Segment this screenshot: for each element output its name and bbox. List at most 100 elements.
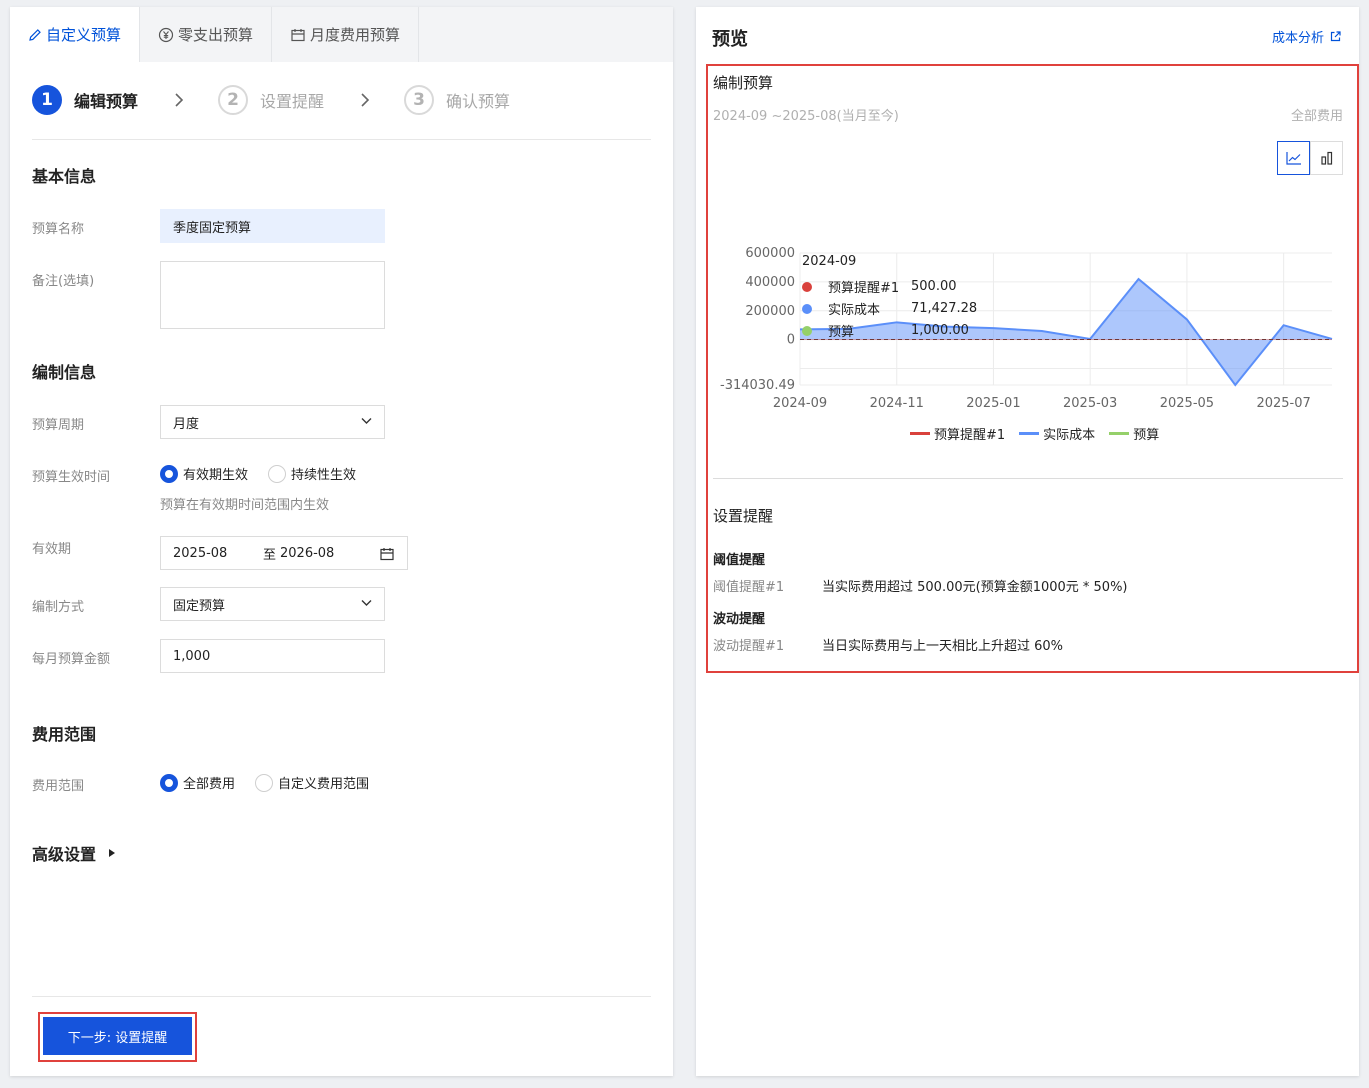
legend-swatch bbox=[910, 432, 930, 435]
x-tick-label: 2025-01 bbox=[966, 396, 1020, 411]
section-title-scope: 费用范围 bbox=[32, 725, 97, 744]
chart-type-toggle bbox=[1277, 141, 1343, 175]
scope-text: 全部费用 bbox=[1290, 109, 1343, 124]
note-textarea[interactable] bbox=[160, 261, 385, 329]
fluctuation-alert-row: 波动提醒#1 当日实际费用与上一天相比上升超过 60% bbox=[713, 639, 1064, 654]
step-set-alert: 2 设置提醒 bbox=[218, 85, 324, 115]
tab-custom-budget[interactable]: 自定义预算 bbox=[10, 7, 141, 62]
blue-dot-icon bbox=[802, 303, 812, 314]
chart-legend: 预算提醒#1 实际成本 预算 bbox=[910, 424, 1173, 443]
pencil-icon bbox=[28, 28, 42, 42]
budget-name-label: 预算名称 bbox=[32, 222, 85, 237]
monthly-amount-input[interactable]: 1,000 bbox=[160, 639, 385, 673]
calendar-icon bbox=[379, 546, 395, 562]
preview-title: 预览 bbox=[712, 29, 748, 50]
red-dot-icon bbox=[802, 281, 812, 292]
step-number: 3 bbox=[404, 85, 435, 115]
radio-validity-period[interactable]: 有效期生效 bbox=[160, 464, 248, 483]
green-dot-icon bbox=[802, 325, 812, 336]
scope-label: 费用范围 bbox=[32, 779, 85, 794]
section-title-basic: 基本信息 bbox=[32, 167, 97, 186]
note-label: 备注(选填) bbox=[32, 274, 95, 289]
tab-monthly-expense-budget[interactable]: 月度费用预算 bbox=[272, 7, 420, 62]
method-select[interactable]: 固定预算 bbox=[160, 587, 385, 621]
line-chart-button[interactable] bbox=[1277, 141, 1310, 175]
compile-budget-title: 编制预算 bbox=[713, 74, 774, 92]
step-label: 设置提醒 bbox=[260, 92, 325, 111]
x-tick-label: 2025-03 bbox=[1063, 396, 1117, 411]
bar-chart-icon bbox=[1320, 151, 1334, 165]
caret-right-icon bbox=[108, 848, 116, 858]
budget-type-tabs: 自定义预算 零支出预算 月度费用预算 bbox=[10, 7, 673, 62]
step-label: 确认预算 bbox=[446, 92, 511, 111]
effect-time-hint: 预算在有效期时间范围内生效 bbox=[160, 498, 330, 513]
fluctuation-alert-title: 波动提醒 bbox=[713, 612, 766, 627]
radio-checked bbox=[160, 773, 178, 792]
chevron-right-icon bbox=[360, 93, 370, 107]
divider bbox=[32, 996, 651, 997]
bar-chart-button[interactable] bbox=[1310, 141, 1343, 175]
y-tick-label: 200000 bbox=[745, 304, 795, 319]
next-step-button[interactable]: 下一步: 设置提醒 bbox=[43, 1017, 192, 1055]
tab-zero-spend-budget[interactable]: 零支出预算 bbox=[140, 7, 273, 62]
section-title-compile: 编制信息 bbox=[32, 363, 97, 382]
x-axis-labels: 2024-09 2024-11 2025-01 2025-03 2025-05 2025-… bbox=[773, 396, 1311, 411]
date-range-text: 2024-09 ~2025-08(当月至今) bbox=[713, 109, 899, 124]
legend-item-alert[interactable]: 预算提醒#1 bbox=[910, 424, 1005, 443]
valid-period-label: 有效期 bbox=[32, 542, 72, 557]
yen-circle-icon bbox=[158, 27, 174, 43]
threshold-alert-row: 阈值提醒#1 当实际费用超过 500.00元(预算金额1000元 * 50%) bbox=[713, 580, 1128, 595]
chevron-right-icon bbox=[174, 93, 184, 107]
tooltip-row-budget: 预算 1,000.00 bbox=[802, 321, 969, 340]
cost-analysis-link[interactable]: 成本分析 bbox=[1272, 27, 1341, 46]
valid-period-range-picker[interactable]: 2025-08 至 2026-08 bbox=[160, 536, 408, 570]
line-chart-icon bbox=[1285, 151, 1302, 165]
y-axis-labels: 600000 400000 200000 0 -314030.49 bbox=[720, 246, 795, 393]
step-number: 2 bbox=[218, 85, 249, 115]
y-tick-label: 400000 bbox=[745, 275, 795, 290]
legend-swatch bbox=[1109, 432, 1130, 435]
effect-time-label: 预算生效时间 bbox=[32, 470, 111, 485]
divider bbox=[713, 478, 1343, 479]
x-tick-label: 2024-09 bbox=[773, 396, 827, 411]
tooltip-title: 2024-09 bbox=[802, 254, 857, 269]
budget-name-input[interactable]: 季度固定预算 bbox=[160, 209, 385, 243]
radio-unchecked bbox=[268, 464, 287, 483]
divider bbox=[32, 139, 651, 140]
radio-continuous[interactable]: 持续性生效 bbox=[268, 464, 356, 483]
preview-panel: 预览 成本分析 编制预算 2024-09 ~2025-08(当月至今) 全部费用… bbox=[696, 7, 1359, 1076]
y-tick-label: 600000 bbox=[745, 246, 795, 261]
chevron-down-icon bbox=[361, 599, 372, 607]
y-tick-label: 0 bbox=[787, 333, 795, 348]
radio-checked bbox=[160, 464, 178, 483]
step-confirm-budget: 3 确认预算 bbox=[404, 85, 510, 115]
budget-form-panel: 自定义预算 零支出预算 月度费用预算 1 编辑预算 2 设置提醒 3 确认预算 … bbox=[10, 7, 673, 1076]
radio-all-expenses[interactable]: 全部费用 bbox=[160, 773, 235, 792]
period-label: 预算周期 bbox=[32, 418, 85, 433]
period-select[interactable]: 月度 bbox=[160, 405, 385, 439]
alert-settings-title: 设置提醒 bbox=[713, 507, 774, 525]
effect-time-radio-group: 有效期生效 持续性生效 bbox=[160, 464, 376, 483]
calendar-icon bbox=[290, 27, 306, 43]
y-tick-label: -314030.49 bbox=[720, 378, 795, 393]
step-number: 1 bbox=[32, 85, 62, 115]
legend-item-actual[interactable]: 实际成本 bbox=[1019, 424, 1095, 443]
threshold-alert-title: 阈值提醒 bbox=[713, 553, 766, 568]
stepper: 1 编辑预算 2 设置提醒 3 确认预算 bbox=[32, 85, 652, 115]
monthly-amount-label: 每月预算金额 bbox=[32, 652, 111, 667]
x-tick-label: 2024-11 bbox=[870, 396, 924, 411]
x-tick-label: 2025-05 bbox=[1160, 396, 1214, 411]
chevron-down-icon bbox=[361, 417, 372, 425]
cost-chart: 6000004000002000000-314030.49 2024-09 202… bbox=[720, 246, 1333, 411]
legend-swatch bbox=[1019, 432, 1040, 435]
radio-custom-scope[interactable]: 自定义费用范围 bbox=[255, 773, 369, 792]
x-tick-label: 2025-07 bbox=[1256, 396, 1310, 411]
advanced-settings-toggle[interactable]: 高级设置 bbox=[32, 841, 116, 865]
step-label: 编辑预算 bbox=[74, 92, 139, 111]
tooltip-row-actual: 实际成本 71,427.28 bbox=[802, 299, 977, 318]
legend-item-budget[interactable]: 预算 bbox=[1109, 424, 1159, 443]
external-link-icon bbox=[1330, 31, 1341, 42]
method-label: 编制方式 bbox=[32, 600, 85, 615]
scope-radio-group: 全部费用 自定义费用范围 bbox=[160, 773, 389, 792]
radio-unchecked bbox=[255, 773, 274, 792]
